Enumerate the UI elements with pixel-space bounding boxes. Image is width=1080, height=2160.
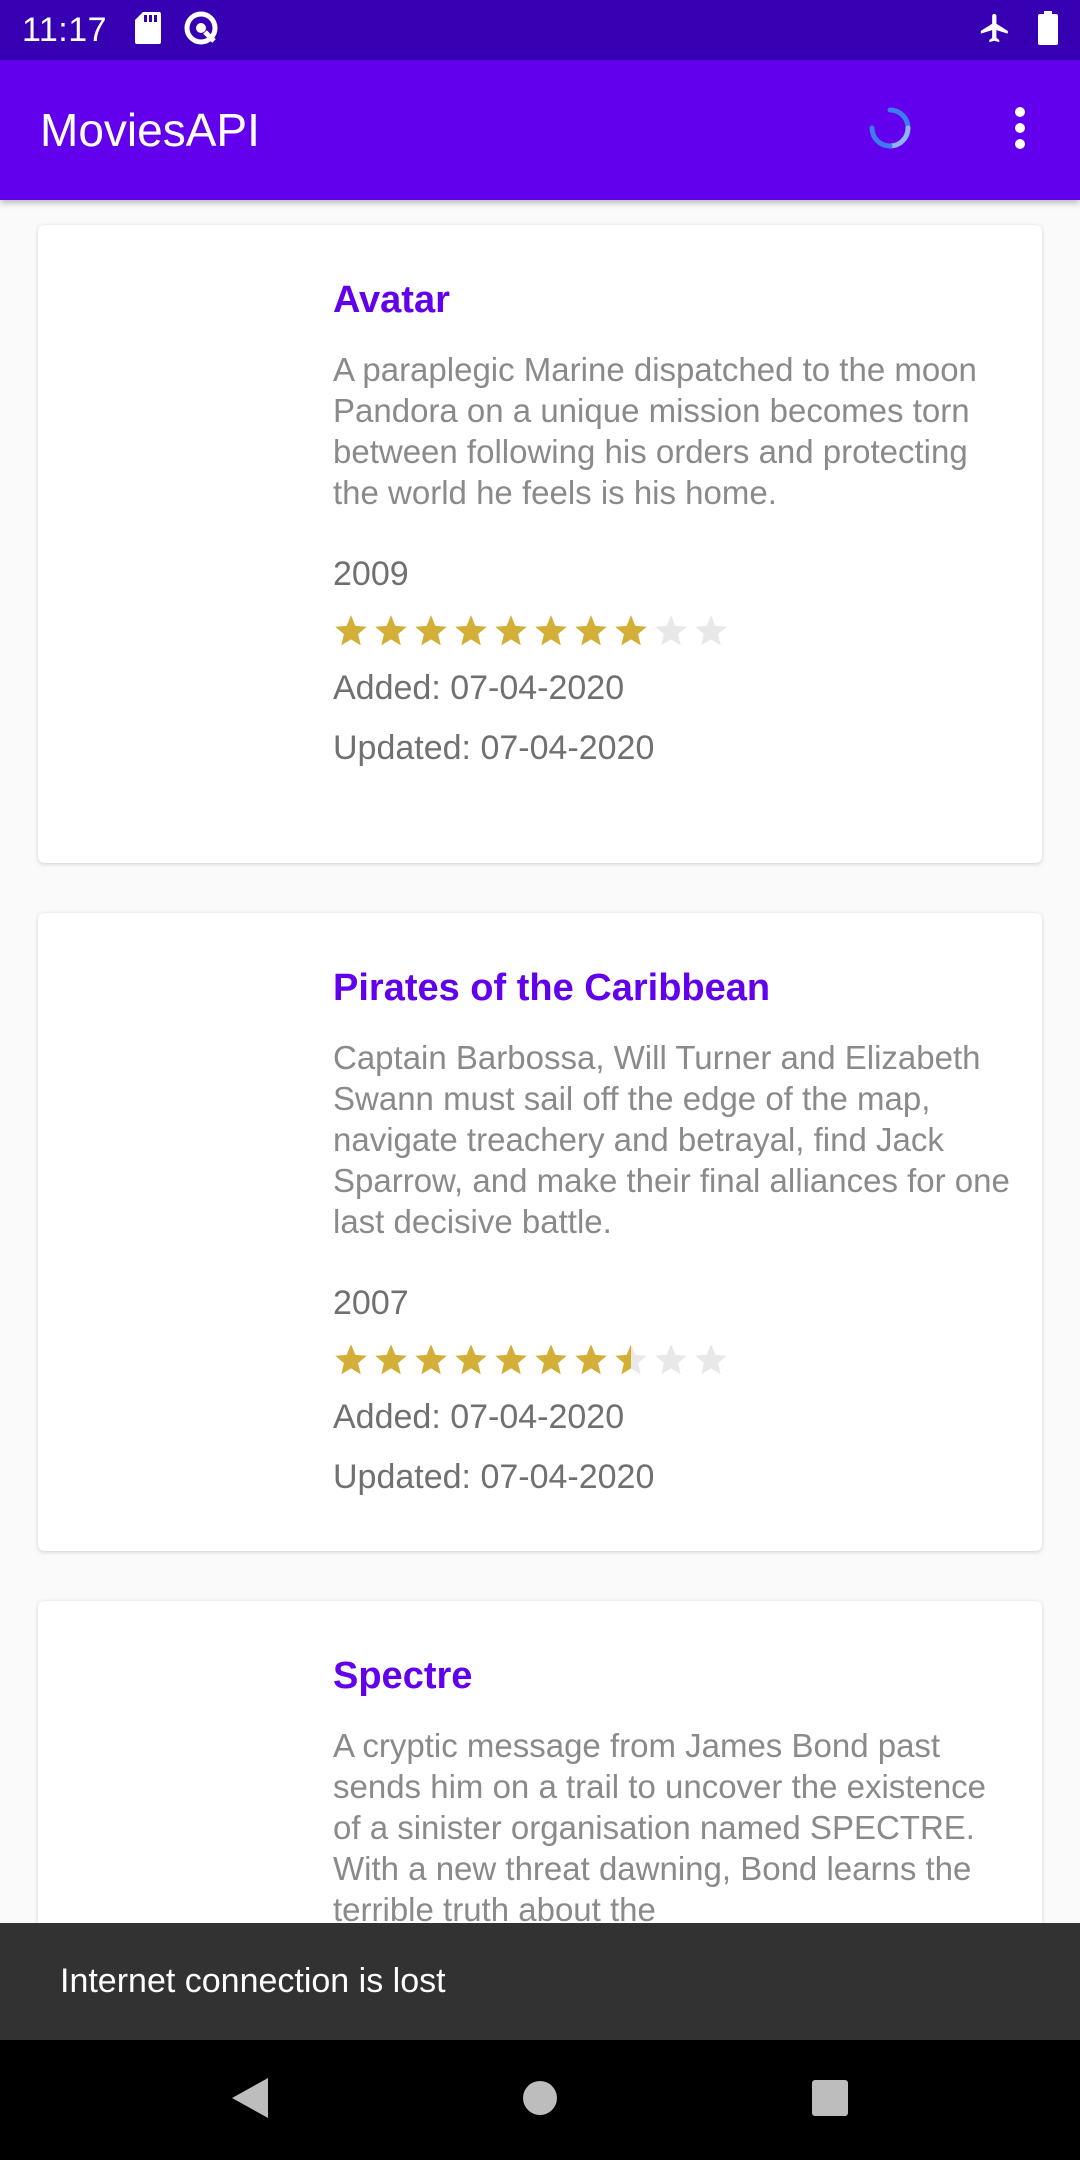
movie-updated-date: Updated: 07-04-2020	[333, 729, 655, 767]
star-filled-icon	[455, 1344, 487, 1375]
status-left-icons	[135, 10, 219, 51]
star-filled-icon	[615, 615, 647, 646]
back-button[interactable]	[220, 2070, 280, 2130]
recents-icon	[811, 2079, 849, 2122]
star-empty-icon	[695, 615, 727, 646]
refresh-progress-icon	[867, 105, 913, 156]
more-vert-icon	[1013, 106, 1027, 155]
app-title: MoviesAPI	[40, 104, 260, 156]
star-filled-icon	[575, 1344, 607, 1375]
movie-overview: Captain Barbossa, Will Turner and Elizab…	[333, 1039, 1010, 1240]
airplane-mode-icon	[978, 11, 1012, 50]
star-empty-icon	[695, 1344, 727, 1375]
star-filled-icon	[335, 1344, 367, 1375]
star-half-icon	[615, 1344, 647, 1375]
movie-overview: A paraplegic Marine dispatched to the mo…	[333, 351, 977, 511]
movie-title: Avatar	[333, 279, 450, 321]
star-filled-icon	[375, 1344, 407, 1375]
movie-poster	[38, 913, 318, 1551]
movie-card-body: Pirates of the Caribbean Captain Barboss…	[333, 965, 1033, 1502]
movie-poster	[38, 1601, 318, 1923]
star-filled-icon	[575, 615, 607, 646]
data-saver-icon	[183, 10, 219, 51]
movie-card[interactable]: Spectre A cryptic message from James Bon…	[38, 1601, 1042, 1923]
movie-added-date: Added: 07-04-2020	[333, 669, 625, 707]
status-right-icons	[978, 10, 1058, 50]
star-empty-icon	[655, 1344, 687, 1375]
star-filled-icon	[375, 615, 407, 646]
star-filled-icon	[495, 1344, 527, 1375]
home-icon	[522, 2080, 558, 2121]
star-filled-icon	[535, 615, 567, 646]
app-bar-actions	[850, 90, 1040, 170]
recents-button[interactable]	[800, 2070, 860, 2130]
movie-card-body: Avatar A paraplegic Marine dispatched to…	[333, 277, 1033, 773]
movie-list[interactable]: Avatar A paraplegic Marine dispatched to…	[0, 200, 1080, 1923]
star-filled-icon	[495, 615, 527, 646]
movie-card[interactable]: Avatar A paraplegic Marine dispatched to…	[38, 225, 1042, 863]
movie-year: 2007	[333, 1284, 409, 1322]
movie-year: 2009	[333, 555, 409, 593]
rating-bar	[333, 607, 1033, 655]
screen: 11:17 MoviesAPI Avatar A paraplegic Mari…	[0, 0, 1080, 2160]
rating-bar	[333, 1336, 1033, 1384]
app-bar: MoviesAPI	[0, 60, 1080, 200]
home-button[interactable]	[510, 2070, 570, 2130]
star-filled-icon	[415, 1344, 447, 1375]
status-bar: 11:17	[0, 0, 1080, 60]
overflow-menu-button[interactable]	[990, 90, 1050, 170]
movie-poster	[38, 225, 318, 863]
movie-added-date: Added: 07-04-2020	[333, 1398, 625, 1436]
movie-updated-date: Updated: 07-04-2020	[333, 1458, 655, 1496]
back-icon	[230, 2076, 270, 2125]
star-filled-icon	[535, 1344, 567, 1375]
refresh-button[interactable]	[850, 90, 930, 170]
snackbar-message: Internet connection is lost	[60, 1962, 446, 2000]
star-filled-icon	[455, 615, 487, 646]
star-empty-icon	[655, 615, 687, 646]
star-filled-icon	[335, 615, 367, 646]
sd-card-icon	[135, 11, 162, 49]
movie-title: Spectre	[333, 1655, 473, 1697]
battery-icon	[1038, 10, 1058, 50]
status-time: 11:17	[22, 10, 108, 49]
star-filled-icon	[415, 615, 447, 646]
snackbar: Internet connection is lost	[0, 1923, 1080, 2040]
movie-title: Pirates of the Caribbean	[333, 967, 771, 1009]
movie-overview: A cryptic message from James Bond past s…	[333, 1727, 987, 1923]
movie-card-body: Spectre A cryptic message from James Bon…	[333, 1653, 1033, 1923]
system-nav-bar	[0, 2040, 1080, 2160]
movie-card[interactable]: Pirates of the Caribbean Captain Barboss…	[38, 913, 1042, 1551]
